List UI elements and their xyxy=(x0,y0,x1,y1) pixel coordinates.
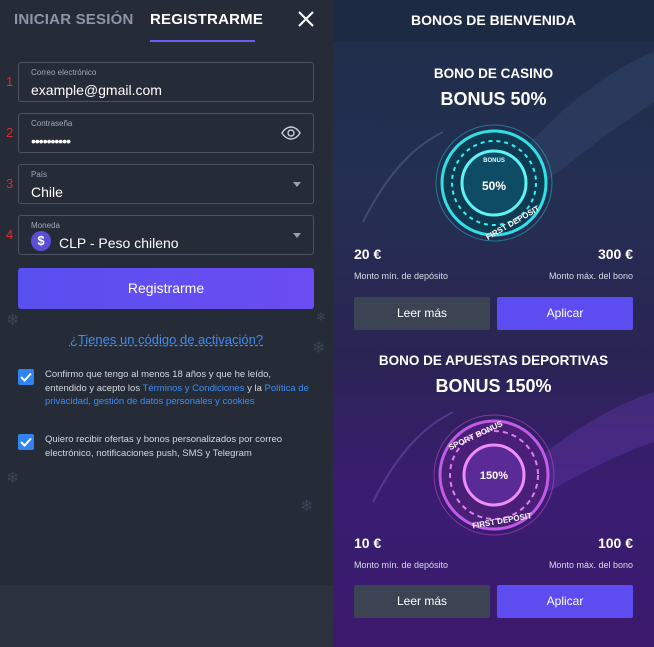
sports-bonus-badge-icon: SPORT BONUS 150% FIRST DEPOSIT xyxy=(433,414,555,536)
age-terms-checkbox[interactable] xyxy=(18,369,34,385)
casino-bonus-badge-icon: BONUS 50% FIRST DEPOSIT xyxy=(435,124,553,242)
casino-apply-button[interactable]: Aplicar xyxy=(497,297,633,330)
chevron-down-icon xyxy=(293,182,301,187)
field-number: 1 xyxy=(6,74,14,89)
sports-read-more-button[interactable]: Leer más xyxy=(354,585,490,618)
sports-bonus-percent: BONUS 150% xyxy=(435,376,552,396)
close-icon[interactable] xyxy=(295,8,317,30)
casino-bonus-title: BONO DE CASINO xyxy=(433,66,554,81)
sports-max-label: Monto máx. del bono xyxy=(548,560,633,570)
sports-max-amount: 100 € xyxy=(597,535,633,551)
casino-bonus-percent: BONUS 50% xyxy=(440,89,547,109)
country-label: País xyxy=(31,170,48,179)
auth-tabs: INICIAR SESIÓN REGISTRARME xyxy=(0,0,333,42)
badge-text: BONUS xyxy=(483,158,505,164)
show-password-icon[interactable] xyxy=(281,125,301,141)
country-value: Chile xyxy=(31,184,63,200)
country-select[interactable]: País Chile xyxy=(18,164,314,204)
field-number: 4 xyxy=(6,227,14,242)
sports-apply-button[interactable]: Aplicar xyxy=(497,585,633,618)
checkmark-icon xyxy=(20,437,32,447)
currency-value: CLP - Peso chileno xyxy=(59,235,179,251)
age-terms-text: Confirmo que tengo al menos 18 años y qu… xyxy=(45,368,313,409)
register-button[interactable]: Registrarme xyxy=(18,268,314,309)
password-field[interactable]: Contraseña •••••••••• xyxy=(18,113,314,153)
casino-max-amount: 300 € xyxy=(597,246,633,262)
consent-text: y la xyxy=(244,382,265,394)
badge-text: 150% xyxy=(480,470,508,482)
currency-coin-icon: $ xyxy=(31,231,51,251)
sports-bonus-title: BONO DE APUESTAS DEPORTIVAS xyxy=(378,353,609,368)
currency-label: Moneda xyxy=(31,221,60,230)
chevron-down-icon xyxy=(293,233,301,238)
currency-select[interactable]: Moneda $ CLP - Peso chileno xyxy=(18,215,314,255)
registration-panel: ❄ ❄ ❄ ❄ ❄ INICIAR SESIÓN REGISTRARME 1 C… xyxy=(0,0,333,647)
welcome-bonuses-panel: BONOS DE BIENVENIDA BONO DE CASINO BONUS… xyxy=(333,0,654,647)
password-label: Contraseña xyxy=(31,119,73,128)
casino-max-label: Monto máx. del bono xyxy=(548,271,633,281)
snowflake-icon: ❄ xyxy=(316,310,327,324)
badge-text: 50% xyxy=(482,179,506,193)
sports-min-amount: 10 € xyxy=(354,535,382,551)
snowflake-icon: ❄ xyxy=(6,468,20,487)
active-tab-indicator xyxy=(150,40,255,42)
activation-code-link[interactable]: ¿Tienes un código de activación? xyxy=(0,332,333,347)
password-value[interactable]: •••••••••• xyxy=(31,133,71,149)
casino-read-more-button[interactable]: Leer más xyxy=(354,297,490,330)
casino-min-amount: 20 € xyxy=(354,246,382,262)
panel-footer xyxy=(0,585,333,647)
terms-link[interactable]: Términos y Condiciones xyxy=(143,383,245,394)
tab-register[interactable]: REGISTRARME xyxy=(150,11,263,28)
checkmark-icon xyxy=(20,372,32,382)
field-number: 2 xyxy=(6,125,14,140)
marketing-text: Quiero recibir ofertas y bonos personali… xyxy=(45,434,283,459)
field-number: 3 xyxy=(6,176,14,191)
email-label: Correo electrónico xyxy=(31,68,97,77)
email-value[interactable]: example@gmail.com xyxy=(31,82,162,98)
email-field[interactable]: Correo electrónico example@gmail.com xyxy=(18,62,314,102)
bonuses-header: BONOS DE BIENVENIDA xyxy=(333,0,654,42)
snowflake-icon: ❄ xyxy=(300,496,314,515)
sports-min-label: Monto mín. de depósito xyxy=(354,560,449,570)
marketing-checkbox[interactable] xyxy=(18,434,34,450)
casino-min-label: Monto mín. de depósito xyxy=(354,271,449,281)
snowflake-icon: ❄ xyxy=(6,310,20,329)
tab-login[interactable]: INICIAR SESIÓN xyxy=(14,11,133,28)
